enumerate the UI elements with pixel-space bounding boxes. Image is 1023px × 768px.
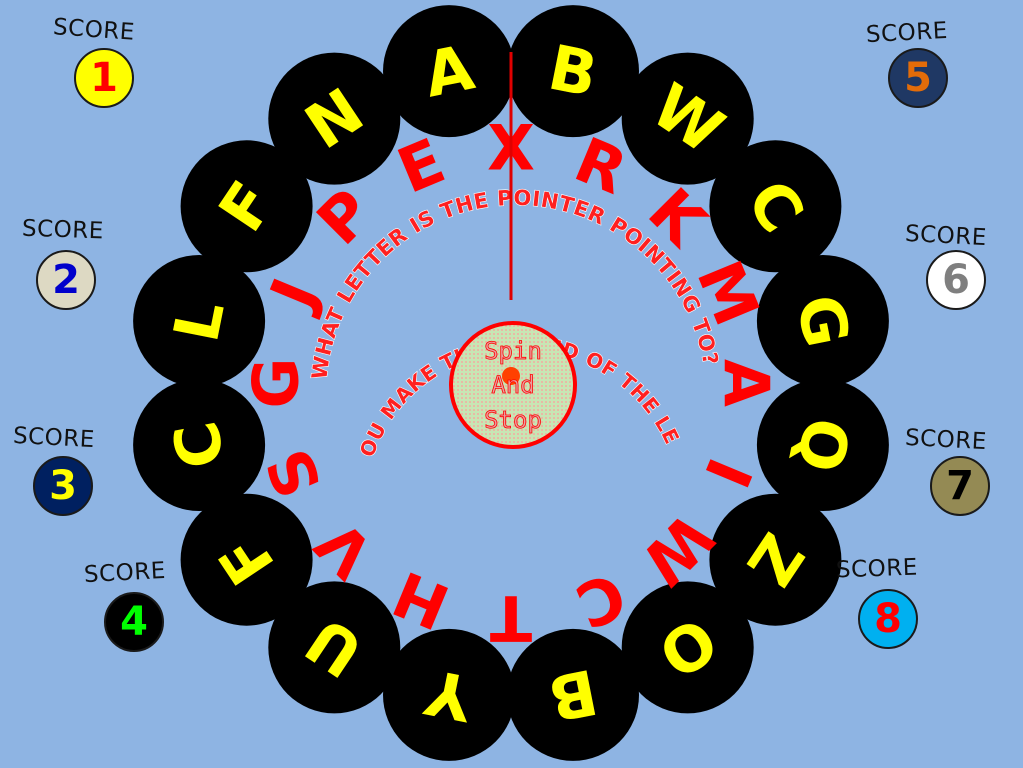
and-label: And (491, 371, 534, 399)
score-label-6: SCORE (904, 220, 988, 252)
game-stage: ABWCGQZOBYUFCLFN XRKMAIWCTHVSGJPE WHAT L… (0, 0, 1023, 768)
score-disc-5[interactable]: 5 (888, 48, 948, 108)
score-label-3: SCORE (12, 422, 96, 454)
inner-letter: I (690, 448, 766, 497)
spin-label: Spin (484, 337, 542, 365)
score-label-8: SCORE (835, 554, 919, 584)
score-disc-1[interactable]: 1 (74, 48, 134, 108)
score-disc-3[interactable]: 3 (33, 456, 93, 516)
inner-letter: G (240, 358, 313, 409)
inner-letter: W (627, 499, 727, 599)
inner-letter: V (302, 506, 388, 592)
letter-wheel[interactable]: A B WCGQZOBYUFCLFN X RKMAIWCTHVSGJPE WHAT L… (0, 0, 1023, 768)
score-disc-8[interactable]: 8 (858, 589, 918, 649)
inner-letter: J (254, 268, 332, 321)
spin-and-stop-button[interactable]: Spin And Stop (449, 321, 577, 449)
score-disc-6[interactable]: 6 (926, 250, 986, 310)
score-label-7: SCORE (904, 424, 988, 456)
inner-letter: A (710, 359, 783, 407)
score-label-5: SCORE (865, 17, 949, 49)
inner-letter: T (490, 582, 532, 655)
score-label-4: SCORE (83, 557, 167, 589)
score-label-2: SCORE (21, 215, 105, 245)
score-disc-4[interactable]: 4 (104, 592, 164, 652)
score-disc-2[interactable]: 2 (36, 250, 96, 310)
score-disc-7[interactable]: 7 (930, 456, 990, 516)
stop-label: Stop (484, 406, 542, 434)
